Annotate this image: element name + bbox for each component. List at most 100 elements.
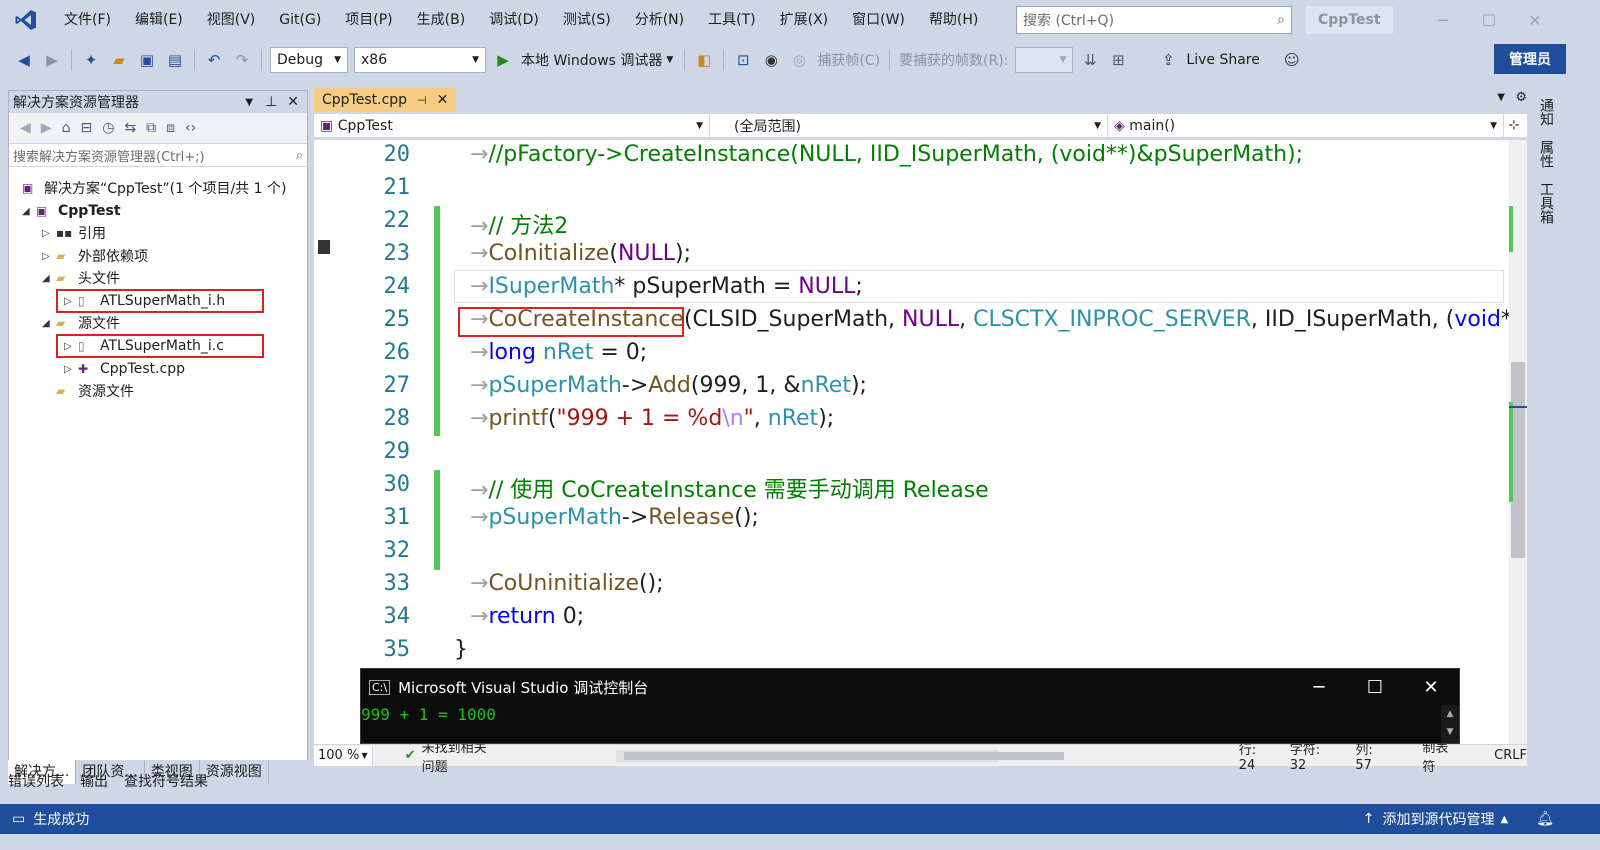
menu-extensions[interactable]: 扩展(X) xyxy=(768,0,841,40)
tab-toolbox[interactable]: 工具箱 xyxy=(1534,178,1558,228)
forward-icon[interactable]: ▶ xyxy=(41,120,52,136)
code-view-icon[interactable]: ‹› xyxy=(185,120,196,136)
undo-icon[interactable]: ↶ xyxy=(202,48,226,72)
show-all-files-icon[interactable]: ⧈ xyxy=(166,120,175,136)
tree-item-external-deps[interactable]: ▷ ▰ 外部依赖项 xyxy=(42,245,148,267)
visual-studio-logo-icon xyxy=(0,0,52,40)
menu-window[interactable]: 窗口(W) xyxy=(840,0,917,40)
search-input[interactable]: 搜索 (Ctrl+Q) ⌕ xyxy=(1016,6,1292,34)
project-dropdown[interactable]: ▣ CppTest ▼ xyxy=(314,114,710,138)
member-dropdown[interactable]: ◈ main() ▼ xyxy=(1108,114,1504,138)
pin-icon[interactable]: ⊥ xyxy=(265,94,277,110)
expanded-arrow-icon[interactable]: ◢ xyxy=(42,318,56,329)
zoom-select[interactable]: 100 % ▼ xyxy=(314,745,373,766)
sync-icon[interactable]: ⇆ xyxy=(124,120,136,136)
menu-tools[interactable]: 工具(T) xyxy=(696,0,767,40)
expanded-arrow-icon[interactable]: ◢ xyxy=(22,206,36,217)
play-icon[interactable]: ▶ xyxy=(491,48,515,72)
menu-view[interactable]: 视图(V) xyxy=(195,0,268,40)
toolbox-icon[interactable]: ⊞ xyxy=(1106,48,1130,72)
forward-icon[interactable]: ▶ xyxy=(40,48,64,72)
menu-debug[interactable]: 调试(D) xyxy=(477,0,551,40)
chevron-down-icon[interactable]: ▼ xyxy=(666,55,673,65)
split-icon[interactable]: ⊹ xyxy=(1504,114,1524,137)
collapsed-arrow-icon[interactable]: ▷ xyxy=(64,364,78,375)
admin-badge[interactable]: 管理员 xyxy=(1494,44,1566,74)
tab-output[interactable]: 输出 xyxy=(72,770,116,794)
configuration-select[interactable]: Debug ▼ xyxy=(270,47,348,73)
tree-item-resource-files[interactable]: ▰ 资源文件 xyxy=(56,380,134,402)
share-icon[interactable]: ⇪ xyxy=(1156,48,1180,72)
code-editor[interactable]: 20 21 22 23 24 25 26 27 28 29 30 31 32 3… xyxy=(314,140,1509,744)
open-folder-icon[interactable]: ▰ xyxy=(107,48,131,72)
code-line: →//pFactory->CreateInstance(NULL, IID_IS… xyxy=(470,142,1304,167)
gear-icon[interactable]: ⚙ xyxy=(1515,90,1527,105)
menu-help[interactable]: 帮助(H) xyxy=(917,0,990,40)
tree-item-header-files[interactable]: ◢ ▰ 头文件 xyxy=(42,267,120,289)
close-icon[interactable]: ✕ xyxy=(287,94,299,110)
maximize-icon[interactable]: ☐ xyxy=(1347,677,1403,698)
scope-dropdown[interactable]: (全局范围) ▼ xyxy=(710,114,1108,138)
menu-build[interactable]: 生成(B) xyxy=(405,0,478,40)
notification-bell-icon[interactable]: 🔔︎ xyxy=(1536,811,1554,827)
tab-error-list[interactable]: 错误列表 xyxy=(0,770,72,794)
diagnostics-icon[interactable]: ⊡ xyxy=(731,48,755,72)
live-share-button[interactable]: Live Share xyxy=(1186,52,1259,68)
chevron-up-icon[interactable]: ▲ xyxy=(1501,814,1509,825)
platform-select[interactable]: x86 ▼ xyxy=(354,47,486,73)
tree-item-solution[interactable]: ▣ 解决方案“CppTest”(1 个项目/共 1 个) xyxy=(22,177,286,199)
debug-console-window[interactable]: C:\ Microsoft Visual Studio 调试控制台 ─ ☐ ✕ … xyxy=(360,668,1460,744)
new-item-icon[interactable]: ✦ xyxy=(79,48,103,72)
menu-git[interactable]: Git(G) xyxy=(267,0,333,40)
camera-icon[interactable]: ◉ xyxy=(759,48,783,72)
collapsed-arrow-icon[interactable]: ▷ xyxy=(42,228,56,239)
line-ending-indicator[interactable]: CRLF xyxy=(1494,748,1527,763)
tree-item-cpptest-cpp[interactable]: ▷ ✚ CppTest.cpp xyxy=(64,358,185,380)
redo-icon[interactable]: ↷ xyxy=(230,48,254,72)
console-title-bar[interactable]: C:\ Microsoft Visual Studio 调试控制台 ─ ☐ ✕ xyxy=(361,669,1459,705)
home-icon[interactable]: ⌂ xyxy=(62,120,71,136)
horizontal-scrollbar[interactable] xyxy=(615,749,1064,762)
save-all-icon[interactable]: ▤ xyxy=(163,48,187,72)
frames-select: ▼ xyxy=(1015,47,1074,73)
chevron-down-icon[interactable]: ▼ xyxy=(1497,92,1505,103)
menu-project[interactable]: 项目(P) xyxy=(333,0,404,40)
scroll-thumb[interactable] xyxy=(623,751,1064,760)
scroll-thumb[interactable] xyxy=(1511,362,1525,558)
tree-item-references[interactable]: ▷ ▪▪ 引用 xyxy=(42,222,106,244)
close-icon[interactable]: ✕ xyxy=(437,92,449,108)
minimize-icon[interactable]: ─ xyxy=(1291,677,1347,698)
tree-item-project[interactable]: ◢ ▣ CppTest xyxy=(22,200,121,222)
solution-search-input[interactable]: 搜索解决方案资源管理器(Ctrl+;) ⌕ xyxy=(9,143,307,167)
tab-properties[interactable]: 属性 xyxy=(1534,136,1558,172)
add-to-source-control-button[interactable]: 添加到源代码管理 xyxy=(1383,809,1495,829)
save-icon[interactable]: ▣ xyxy=(135,48,159,72)
switch-view-icon[interactable]: ⊟ xyxy=(80,120,92,136)
minimize-icon[interactable]: ─ xyxy=(1420,0,1466,40)
tab-notifications[interactable]: 通知 xyxy=(1534,94,1558,130)
back-icon[interactable]: ◀ xyxy=(20,120,31,136)
menu-test[interactable]: 测试(S) xyxy=(551,0,623,40)
console-scrollbar[interactable]: ▲ ▼ xyxy=(1441,705,1459,743)
options-icon[interactable]: ⇊ xyxy=(1078,48,1102,72)
start-debugger-button[interactable]: 本地 Windows 调试器 xyxy=(521,50,662,70)
feedback-icon[interactable]: ☺ xyxy=(1280,48,1304,72)
tree-item-source-files[interactable]: ◢ ▰ 源文件 xyxy=(42,312,120,334)
chevron-down-icon[interactable]: ▼ xyxy=(245,97,253,108)
tab-find-symbol-results[interactable]: 查找符号结果 xyxy=(116,770,216,794)
back-icon[interactable]: ◀ xyxy=(12,48,36,72)
close-icon[interactable]: ✕ xyxy=(1403,677,1459,698)
find-in-files-icon[interactable]: ◧ xyxy=(692,48,716,72)
maximize-icon[interactable]: ☐ xyxy=(1466,0,1512,40)
history-icon[interactable]: ◷ xyxy=(102,120,114,136)
tab-cpptest-cpp[interactable]: CppTest.cpp ⊣ ✕ xyxy=(314,88,457,112)
vertical-scrollbar[interactable] xyxy=(1509,140,1527,744)
menu-edit[interactable]: 编辑(E) xyxy=(123,0,195,40)
expanded-arrow-icon[interactable]: ◢ xyxy=(42,273,56,284)
collapsed-arrow-icon[interactable]: ▷ xyxy=(42,251,56,262)
menu-analyze[interactable]: 分析(N) xyxy=(623,0,696,40)
pin-icon[interactable]: ⊣ xyxy=(417,94,427,107)
menu-file[interactable]: 文件(F) xyxy=(52,0,123,40)
close-icon[interactable]: ✕ xyxy=(1512,0,1558,40)
collapse-all-icon[interactable]: ⧉ xyxy=(146,120,156,136)
